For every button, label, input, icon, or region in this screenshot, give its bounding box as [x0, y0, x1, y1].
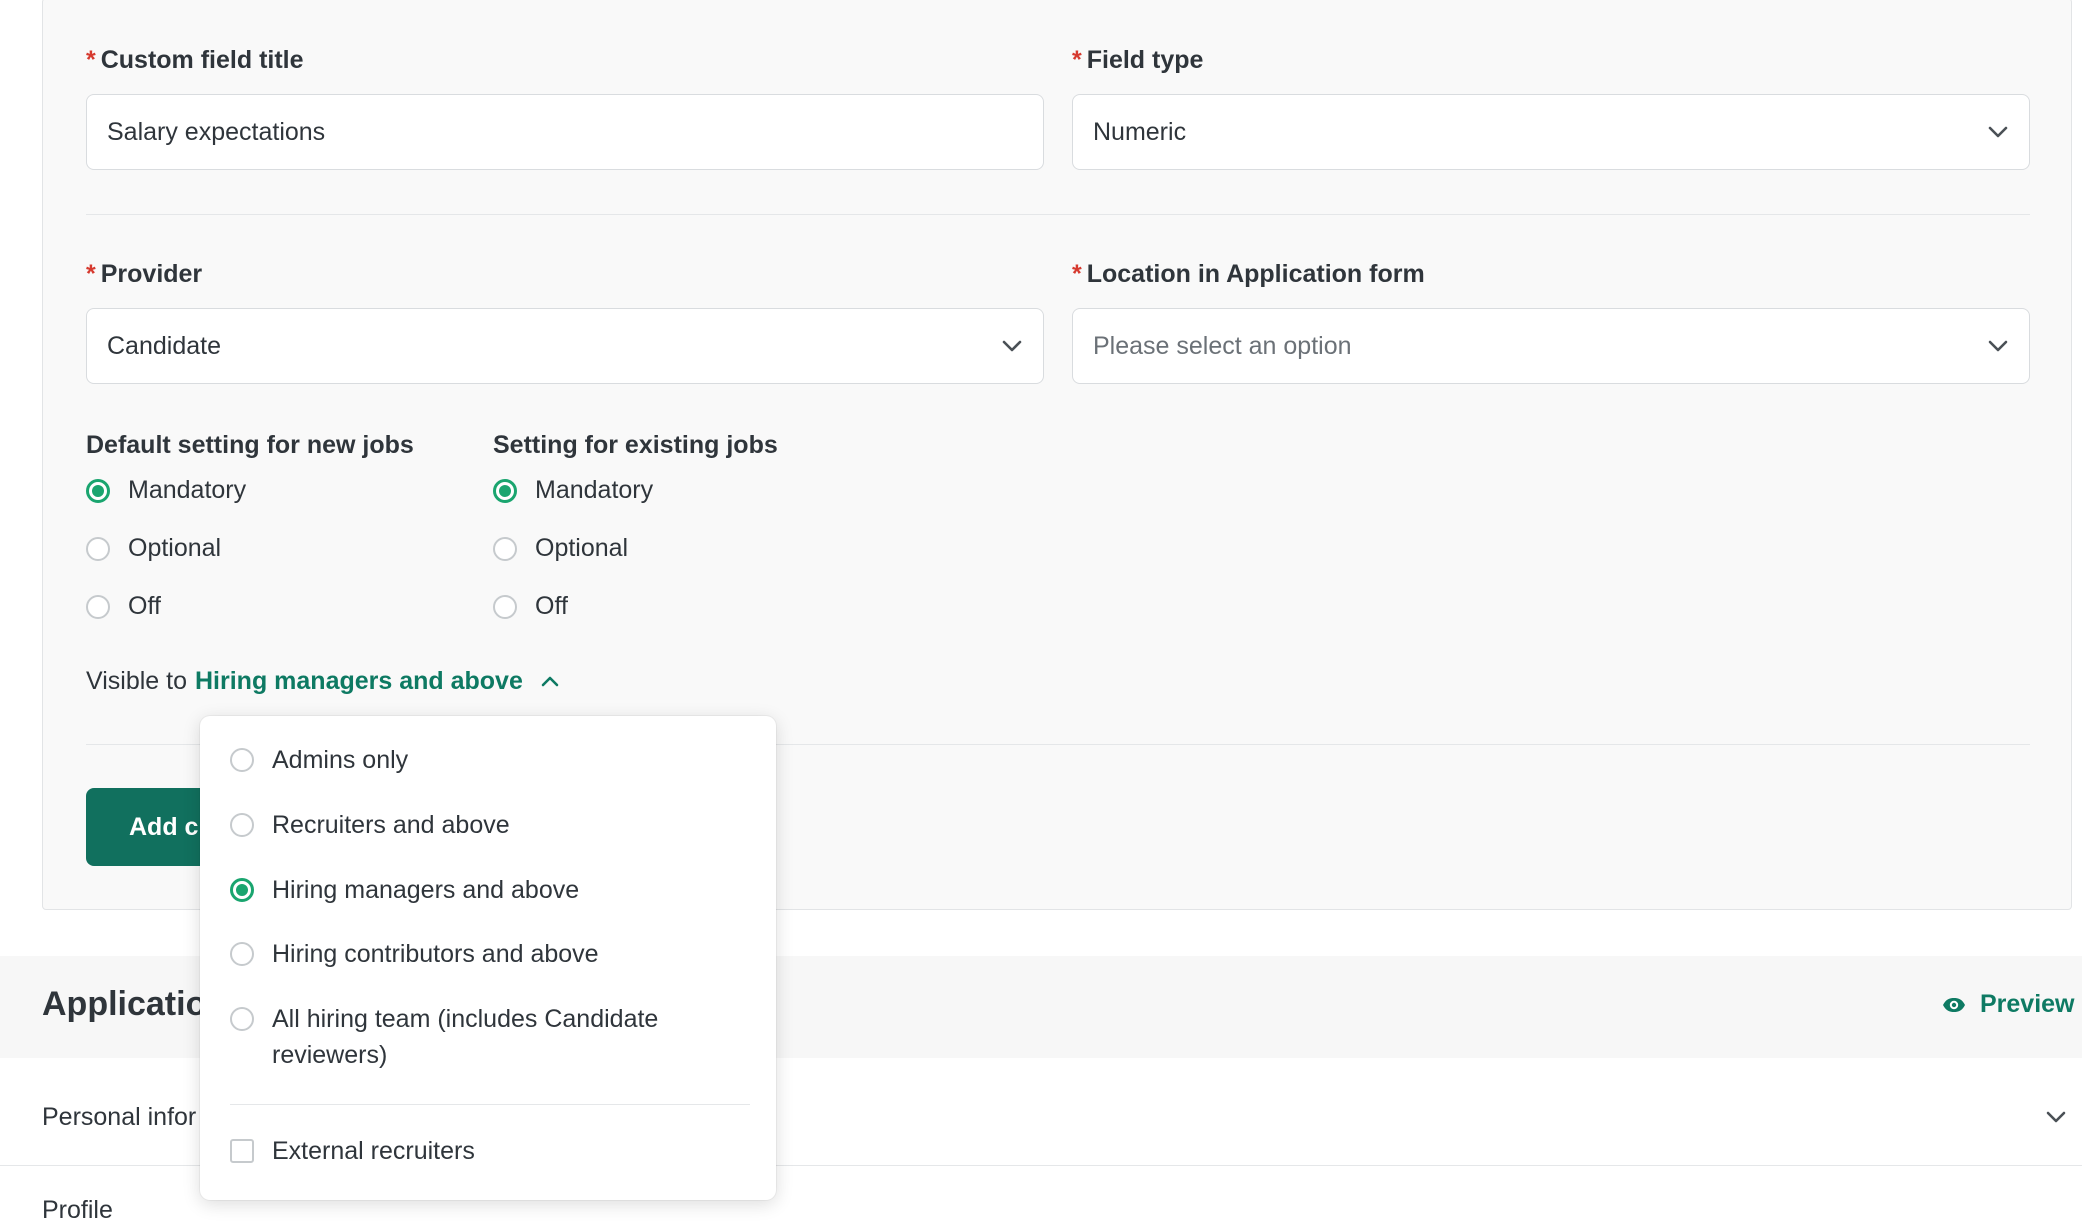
existing-jobs-option-optional[interactable]: Optional — [493, 534, 628, 563]
checkbox-icon — [230, 1139, 254, 1163]
new-jobs-option-optional[interactable]: Optional — [86, 534, 221, 563]
radio-selected-icon — [230, 878, 254, 902]
custom-field-title-input[interactable]: Salary expectations — [86, 94, 1044, 170]
existing-jobs-option-off[interactable]: Off — [493, 592, 568, 621]
radio-icon — [86, 594, 110, 619]
custom-field-title-label: * Custom field title — [86, 46, 304, 74]
location-label: * Location in Application form — [1072, 260, 1425, 288]
application-form-title: Applicatio — [42, 985, 207, 1023]
visibility-option-admins-only[interactable]: Admins only — [230, 742, 408, 778]
provider-value: Candidate — [107, 331, 221, 360]
section-divider — [86, 214, 2030, 215]
radio-icon — [230, 813, 254, 837]
visibility-option-hiring-contributors[interactable]: Hiring contributors and above — [230, 936, 599, 972]
location-select[interactable]: Please select an option — [1072, 308, 2030, 384]
location-placeholder: Please select an option — [1093, 331, 1352, 360]
chevron-down-icon — [1001, 335, 1023, 357]
radio-icon — [230, 748, 254, 772]
chevron-down-icon — [1987, 335, 2009, 357]
eye-icon — [1942, 997, 1966, 1013]
dropdown-divider — [230, 1104, 750, 1105]
provider-label: * Provider — [86, 260, 203, 288]
radio-selected-icon — [493, 478, 517, 503]
custom-field-title-value: Salary expectations — [107, 117, 326, 146]
new-jobs-title: Default setting for new jobs — [86, 431, 414, 459]
provider-select[interactable]: Candidate — [86, 308, 1044, 384]
existing-jobs-option-mandatory[interactable]: Mandatory — [493, 476, 653, 505]
chevron-down-icon — [1987, 121, 2009, 143]
visibility-option-all-hiring-team[interactable]: All hiring team (includes Candidate revi… — [230, 1001, 700, 1073]
existing-jobs-title: Setting for existing jobs — [493, 431, 778, 459]
visibility-row: Visible to Hiring managers and above — [86, 667, 559, 696]
preview-button[interactable]: Preview — [1942, 990, 2075, 1019]
section-row-personal-info[interactable]: Personal infor — [42, 1103, 196, 1132]
radio-icon — [493, 536, 517, 561]
radio-icon — [493, 594, 517, 619]
visibility-option-recruiters[interactable]: Recruiters and above — [230, 807, 510, 843]
radio-icon — [86, 536, 110, 561]
radio-selected-icon — [86, 478, 110, 503]
radio-icon — [230, 1007, 254, 1031]
field-type-value: Numeric — [1093, 117, 1187, 146]
external-recruiters-checkbox[interactable]: External recruiters — [230, 1133, 475, 1169]
new-jobs-option-off[interactable]: Off — [86, 592, 161, 621]
field-type-label: * Field type — [1072, 46, 1204, 74]
new-jobs-option-mandatory[interactable]: Mandatory — [86, 476, 246, 505]
visibility-option-hiring-managers[interactable]: Hiring managers and above — [230, 872, 579, 908]
chevron-down-icon[interactable] — [2046, 1110, 2066, 1128]
section-row-profile[interactable]: Profile — [42, 1196, 113, 1225]
visibility-prefix: Visible to — [86, 667, 187, 695]
radio-icon — [230, 942, 254, 966]
visibility-dropdown: Admins only Recruiters and above Hiring … — [200, 716, 776, 1200]
field-type-select[interactable]: Numeric — [1072, 94, 2030, 170]
visibility-toggle-link[interactable]: Hiring managers and above — [195, 667, 523, 696]
chevron-up-icon[interactable] — [541, 676, 559, 687]
